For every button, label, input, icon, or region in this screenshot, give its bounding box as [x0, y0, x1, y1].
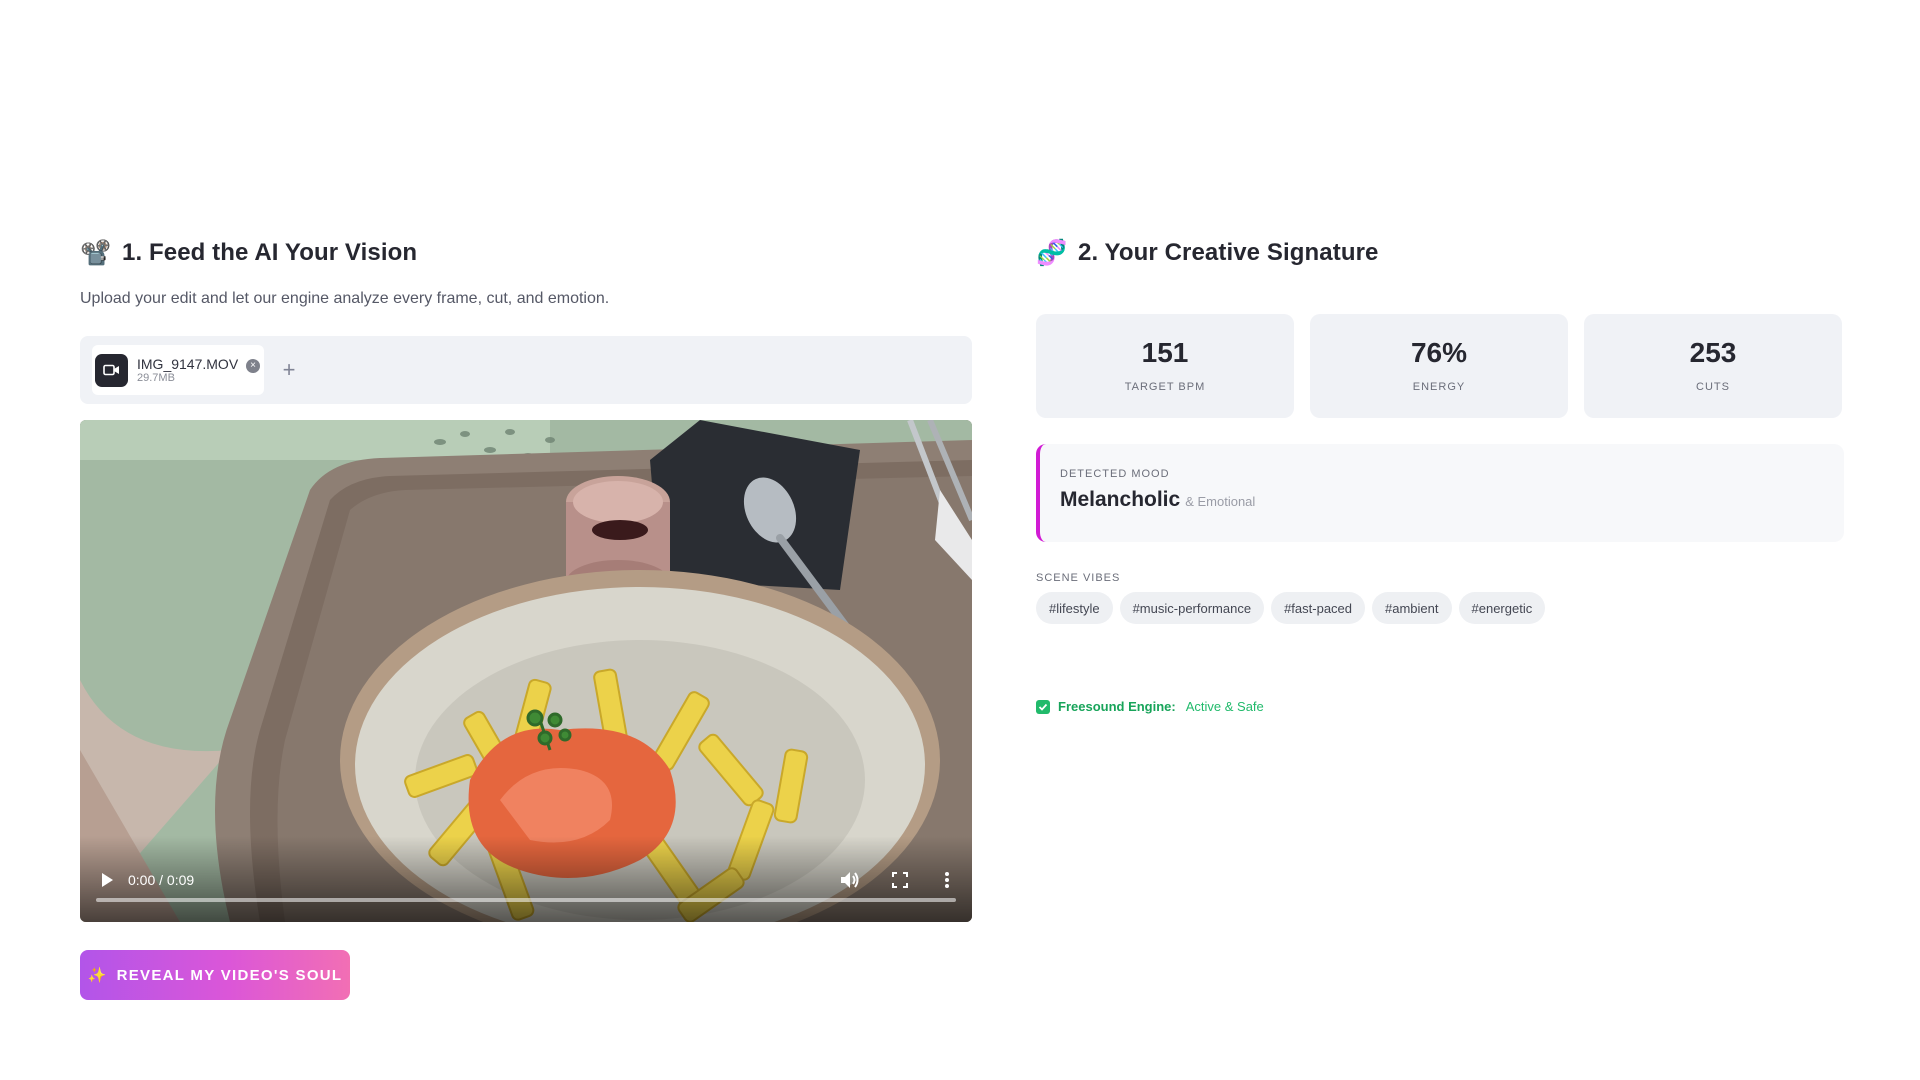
reveal-button-label: REVEAL MY VIDEO'S SOUL	[116, 966, 343, 984]
reveal-video-soul-button[interactable]: ✨ REVEAL MY VIDEO'S SOUL	[80, 950, 350, 1000]
file-uploader[interactable]: IMG_9147.MOV 29.7MB × +	[80, 336, 972, 404]
file-meta: IMG_9147.MOV 29.7MB	[137, 356, 238, 385]
film-projector-icon: 📽️	[80, 238, 112, 267]
vibe-tag: #energetic	[1458, 592, 1546, 624]
upload-section: 📽️ 1. Feed the AI Your Vision Upload you…	[80, 236, 972, 1000]
uploaded-file-chip: IMG_9147.MOV 29.7MB ×	[92, 345, 264, 395]
metric-value: 76%	[1410, 337, 1468, 368]
signature-section-title: 2. Your Creative Signature	[1078, 239, 1379, 266]
metrics-row: 151 TARGET BPM 76% ENERGY 253 CUTS	[1036, 314, 1844, 418]
vibe-tag: #music-performance	[1119, 592, 1265, 624]
video-player[interactable]: 0:00 / 0:09	[80, 420, 972, 922]
upload-section-title: 1. Feed the AI Your Vision	[122, 239, 418, 266]
dna-icon: 🧬	[1036, 238, 1068, 267]
play-icon[interactable]	[100, 872, 114, 888]
video-file-icon	[95, 353, 128, 387]
metric-cuts: 253 CUTS	[1584, 314, 1842, 418]
video-time: 0:00 / 0:09	[128, 872, 195, 888]
metric-label: ENERGY	[1412, 381, 1466, 393]
signature-section-header: 🧬 2. Your Creative Signature	[1036, 236, 1844, 270]
video-controls: 0:00 / 0:09	[80, 836, 972, 922]
engine-status: Freesound Engine: Active & Safe	[1036, 699, 1844, 714]
engine-status-text: Active & Safe	[1185, 699, 1264, 714]
vibe-tag: #fast-paced	[1271, 592, 1366, 624]
vibe-tag: #lifestyle	[1036, 592, 1113, 624]
vibe-tag: #ambient	[1372, 592, 1452, 624]
signature-section: 🧬 2. Your Creative Signature 151 TARGET …	[1036, 236, 1844, 714]
metric-label: CUTS	[1696, 381, 1730, 393]
remove-file-icon[interactable]: ×	[246, 359, 260, 373]
mood-label: DETECTED MOOD	[1060, 468, 1170, 480]
add-file-button[interactable]: +	[279, 359, 299, 381]
sparkles-icon: ✨	[87, 967, 108, 984]
upload-section-subtitle: Upload your edit and let our engine anal…	[80, 290, 610, 307]
scene-vibes-tags: #lifestyle #music-performance #fast-pace…	[1036, 592, 1844, 624]
metric-value: 151	[1141, 337, 1189, 368]
volume-icon[interactable]	[840, 871, 860, 889]
file-size: 29.7MB	[137, 371, 175, 384]
upload-section-header: 📽️ 1. Feed the AI Your Vision	[80, 236, 972, 270]
mood-value: Melancholic	[1060, 488, 1181, 511]
metric-target-bpm: 151 TARGET BPM	[1036, 314, 1294, 418]
scene-vibes-label: SCENE VIBES	[1036, 572, 1121, 584]
mood-subtext: & Emotional	[1185, 494, 1256, 509]
video-progress-bar[interactable]	[96, 898, 956, 902]
engine-name: Freesound Engine:	[1058, 699, 1176, 714]
metric-label: TARGET BPM	[1124, 381, 1206, 393]
fullscreen-icon[interactable]	[892, 872, 908, 888]
check-icon	[1036, 699, 1050, 714]
metric-value: 253	[1689, 337, 1737, 368]
metric-energy: 76% ENERGY	[1310, 314, 1568, 418]
detected-mood-card: DETECTED MOOD Melancholic & Emotional	[1036, 444, 1844, 542]
more-options-icon[interactable]	[944, 871, 950, 889]
file-name: IMG_9147.MOV	[137, 355, 239, 372]
mood-row: Melancholic & Emotional	[1060, 488, 1844, 512]
